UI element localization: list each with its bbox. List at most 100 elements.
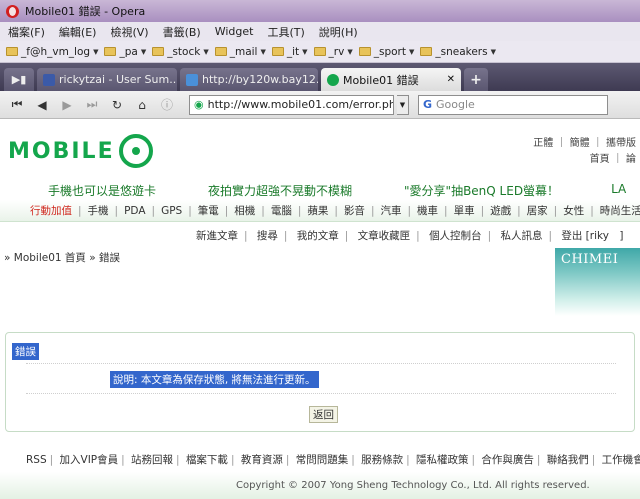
bookmark-folder[interactable]: _sneakers ▼ xyxy=(420,46,496,58)
bookmark-folder[interactable]: _stock ▼ xyxy=(152,46,209,58)
divider xyxy=(26,393,616,394)
tab-user-summary[interactable]: rickytzai - User Sum... ✕ xyxy=(37,68,177,91)
address-dropdown-button[interactable]: ▼ xyxy=(397,94,409,115)
reload-button[interactable]: ↻ xyxy=(106,95,128,115)
footer-link[interactable]: RSS xyxy=(26,454,47,466)
folder-icon xyxy=(271,47,284,56)
category-link[interactable]: 女性 xyxy=(563,203,584,218)
folder-icon xyxy=(6,47,18,56)
security-info-button[interactable]: ⓘ xyxy=(156,95,178,115)
site-favicon-icon xyxy=(186,73,198,86)
bookmark-folder[interactable]: _mail ▼ xyxy=(214,46,266,58)
footer-links: RSS | 加入VIP會員 | 站務回報 | 檔案下載 | 教育資源 | 常問問題集 | 服… xyxy=(26,452,640,467)
site-favicon-icon xyxy=(43,73,55,86)
error-title: 錯誤 xyxy=(12,343,39,360)
window-title: Mobile01 錯誤 - Opera xyxy=(25,5,146,18)
category-link[interactable]: 行動加值 xyxy=(30,203,72,218)
footer-link[interactable]: 教育資源 xyxy=(241,454,283,466)
menu-widget[interactable]: Widget xyxy=(215,25,254,38)
back-button[interactable]: ◀ xyxy=(31,95,53,115)
promo-link[interactable]: 夜拍實力超強不晃動不模糊 xyxy=(208,182,352,199)
dropdown-arrow-icon: ▼ xyxy=(490,47,496,56)
home-button[interactable]: ⌂ xyxy=(131,95,153,115)
category-link[interactable]: 遊戲 xyxy=(490,203,511,218)
google-icon: G xyxy=(423,98,433,111)
fast-forward-button[interactable]: ⏭ xyxy=(81,95,103,115)
footer-link[interactable]: 工作機會 xyxy=(602,454,640,466)
panel-toggle-button[interactable]: ▶▮ xyxy=(4,68,34,91)
return-button[interactable]: 返回 xyxy=(309,406,338,423)
promo-links: 手機也可以是悠遊卡 夜拍實力超強不晃動不模糊 "愛分享"抽BenQ LED螢幕！… xyxy=(48,182,640,199)
footer-link[interactable]: 加入VIP會員 xyxy=(60,454,119,466)
navigation-bar: ⏮ ◀ ▶ ⏭ ↻ ⌂ ⓘ ◉ http://www.mobile01.com/… xyxy=(0,91,640,119)
address-field[interactable]: ◉ http://www.mobile01.com/error.php?ic xyxy=(189,94,394,115)
forward-button[interactable]: ▶ xyxy=(56,95,78,115)
category-link[interactable]: 相機 xyxy=(234,203,255,218)
footer-link[interactable]: 站務回報 xyxy=(131,454,173,466)
menu-bookmarks[interactable]: 書籤(B) xyxy=(163,24,201,40)
bookmark-folder[interactable]: _rv ▼ xyxy=(313,46,353,58)
tab-by120w[interactable]: http://by120w.bay12... ✕ xyxy=(180,68,318,91)
promo-link[interactable]: "愛分享"抽BenQ LED螢幕！ xyxy=(404,182,559,199)
menu-tools[interactable]: 工具(T) xyxy=(267,24,304,40)
search-field[interactable]: G Google xyxy=(418,94,608,115)
bookmark-folder[interactable]: _pa ▼ xyxy=(104,46,146,58)
user-nav-link[interactable]: 個人控制台 xyxy=(429,230,482,242)
user-nav-link[interactable]: 新進文章 xyxy=(196,230,238,242)
bookmarks-bar: _f@h_vm_log ▼ _pa ▼ _stock ▼ _mail ▼ _it ▼ _r… xyxy=(0,41,640,63)
window-title-bar: Mobile01 錯誤 - Opera xyxy=(0,0,640,22)
category-link[interactable]: 電腦 xyxy=(271,203,292,218)
category-link[interactable]: 單車 xyxy=(454,203,475,218)
dropdown-arrow-icon: ▼ xyxy=(93,47,99,56)
footer-link[interactable]: 服務條款 xyxy=(361,454,403,466)
category-nav: 行動加值 | 手機 | PDA | GPS | 筆電 | 相機 | 電腦 | 蘋果 | 影音 | … xyxy=(0,200,640,222)
dropdown-arrow-icon: ▼ xyxy=(347,47,353,56)
menu-help[interactable]: 說明(H) xyxy=(319,24,358,40)
footer-link[interactable]: 隱私權政策 xyxy=(416,454,469,466)
top-links: 正體 ｜ 簡體 ｜ 攜帶版 首頁 ｜ 論 xyxy=(533,136,636,168)
menu-file[interactable]: 檔案(F) xyxy=(8,24,45,40)
breadcrumb[interactable]: » Mobile01 首頁 » 錯誤 xyxy=(4,250,120,265)
promo-link[interactable]: 手機也可以是悠遊卡 xyxy=(48,182,156,199)
rewind-button[interactable]: ⏮ xyxy=(6,95,28,115)
user-nav-link[interactable]: 我的文章 xyxy=(297,230,339,242)
category-link[interactable]: 蘋果 xyxy=(307,203,328,218)
divider xyxy=(26,363,616,364)
new-tab-button[interactable]: + xyxy=(464,68,488,91)
bookmark-folder[interactable]: _f@h_vm_log ▼ xyxy=(6,46,98,58)
category-link[interactable]: 居家 xyxy=(527,203,548,218)
category-link[interactable]: 汽車 xyxy=(380,203,401,218)
footer-link[interactable]: 合作與廣告 xyxy=(481,454,534,466)
footer-link[interactable]: 常問問題集 xyxy=(296,454,349,466)
category-link[interactable]: 筆電 xyxy=(198,203,219,218)
tab-mobile01-error[interactable]: Mobile01 錯誤 ✕ xyxy=(321,68,461,91)
logout-link[interactable]: 登出 [riky ] xyxy=(561,230,623,242)
category-link[interactable]: 時尚生活 xyxy=(600,203,640,218)
category-link[interactable]: PDA xyxy=(124,205,145,217)
error-box: 錯誤 說明: 本文章為保存狀態, 將無法進行更新。 返回 xyxy=(5,332,635,432)
dropdown-arrow-icon: ▼ xyxy=(260,47,266,56)
site-logo[interactable]: MOBILE xyxy=(8,134,153,168)
page-favicon-icon: ◉ xyxy=(194,98,204,111)
category-link[interactable]: GPS xyxy=(161,205,182,217)
user-nav-link[interactable]: 文章收藏匣 xyxy=(358,230,411,242)
folder-icon xyxy=(420,47,433,56)
chimei-ad-banner[interactable]: CHIMEI xyxy=(555,248,640,316)
mobile01-logo-icon xyxy=(118,134,153,168)
user-nav-link[interactable]: 搜尋 xyxy=(257,230,278,242)
panel-icon: ▶▮ xyxy=(11,73,27,86)
promo-link[interactable]: LA xyxy=(611,182,626,199)
footer-link[interactable]: 聯絡我們 xyxy=(547,454,589,466)
bookmark-folder[interactable]: _sport ▼ xyxy=(358,46,414,58)
bookmark-folder[interactable]: _it ▼ xyxy=(271,46,308,58)
category-link[interactable]: 手機 xyxy=(88,203,109,218)
language-links[interactable]: 正體 ｜ 簡體 ｜ 攜帶版 xyxy=(533,136,636,152)
category-link[interactable]: 影音 xyxy=(344,203,365,218)
category-link[interactable]: 機車 xyxy=(417,203,438,218)
menu-view[interactable]: 檢視(V) xyxy=(110,24,148,40)
menu-edit[interactable]: 編輯(E) xyxy=(59,24,97,40)
home-forum-links[interactable]: 首頁 ｜ 論 xyxy=(533,152,636,168)
user-nav-link[interactable]: 私人訊息 xyxy=(500,230,542,242)
close-tab-icon[interactable]: ✕ xyxy=(447,74,455,85)
footer-link[interactable]: 檔案下載 xyxy=(186,454,228,466)
